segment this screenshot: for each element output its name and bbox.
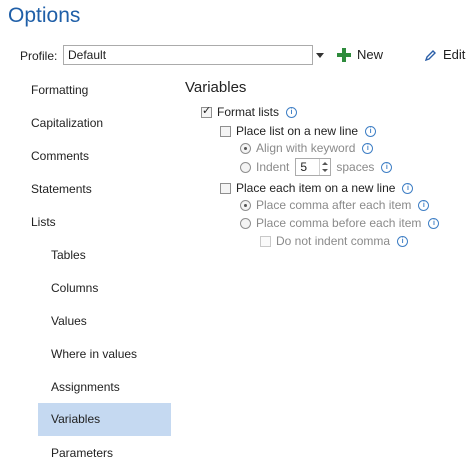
format-lists-option[interactable]: Format lists i [201,104,298,120]
section-title: Variables [185,79,247,96]
format-lists-checkbox[interactable] [201,104,212,118]
info-icon[interactable]: i [362,142,374,154]
page-title: Options [8,4,81,27]
plus-icon [337,47,351,62]
nav-item-formatting[interactable]: Formatting [31,74,88,107]
info-icon[interactable]: i [381,161,393,173]
place-each-item-option[interactable]: Place each item on a new line i [220,180,414,196]
edit-button[interactable]: Edit [425,47,465,62]
format-lists-label: Format lists [217,105,280,119]
place-list-new-line-checkbox[interactable] [220,125,231,137]
chevron-down-icon[interactable] [316,53,324,58]
align-keyword-radio[interactable] [240,142,251,154]
indent-radio[interactable] [240,161,251,173]
nav-item-columns[interactable]: Columns [51,272,98,305]
no-indent-comma-option[interactable]: Do not indent comma i [260,233,409,249]
spinner-arrows[interactable] [319,159,330,175]
spinner-down-icon[interactable] [322,169,329,172]
no-indent-comma-checkbox[interactable] [260,235,271,247]
info-icon[interactable]: i [397,235,409,247]
nav-item-tables[interactable]: Tables [51,239,86,272]
nav-item-values[interactable]: Values [51,305,87,338]
info-icon[interactable]: i [418,199,430,211]
info-icon[interactable]: i [402,182,414,194]
indent-value: 5 [300,160,308,174]
place-each-item-checkbox[interactable] [220,182,231,194]
indent-spinner[interactable]: 5 [295,158,332,176]
comma-after-option[interactable]: Place comma after each item i [240,197,430,213]
profile-label: Profile: [20,49,58,63]
profile-select[interactable]: Default [63,45,313,65]
comma-before-option[interactable]: Place comma before each item i [240,215,440,231]
nav-item-where-in-values[interactable]: Where in values [51,338,137,371]
info-icon[interactable]: i [365,125,377,137]
place-list-new-line-option[interactable]: Place list on a new line i [220,123,377,139]
info-icon[interactable]: i [286,106,298,118]
comma-after-radio[interactable] [240,199,251,211]
spinner-up-icon[interactable] [322,162,329,165]
nav-item-lists[interactable]: Lists [31,206,56,239]
comma-before-radio[interactable] [240,217,251,229]
align-keyword-option[interactable]: Align with keyword i [240,140,374,156]
nav-item-comments[interactable]: Comments [31,140,89,173]
comma-before-label: Place comma before each item [256,216,422,230]
nav-item-parameters[interactable]: Parameters [51,437,113,470]
indent-option[interactable]: Indent 5 spaces i [240,158,393,176]
nav-item-statements[interactable]: Statements [31,173,92,206]
new-button[interactable]: New [337,47,383,62]
nav-item-assignments[interactable]: Assignments [51,371,120,404]
no-indent-comma-label: Do not indent comma [276,234,391,248]
place-each-item-label: Place each item on a new line [236,181,396,195]
place-list-new-line-label: Place list on a new line [236,124,359,138]
align-keyword-label: Align with keyword [256,141,356,155]
indent-label: Indent [256,160,290,174]
indent-unit: spaces [336,160,375,174]
nav-item-capitalization[interactable]: Capitalization [31,107,103,140]
nav-item-variables[interactable]: Variables [38,403,171,436]
info-icon[interactable]: i [428,217,440,229]
pencil-icon [425,49,436,61]
edit-button-label: Edit [443,47,466,62]
new-button-label: New [357,47,384,62]
comma-after-label: Place comma after each item [256,198,412,212]
